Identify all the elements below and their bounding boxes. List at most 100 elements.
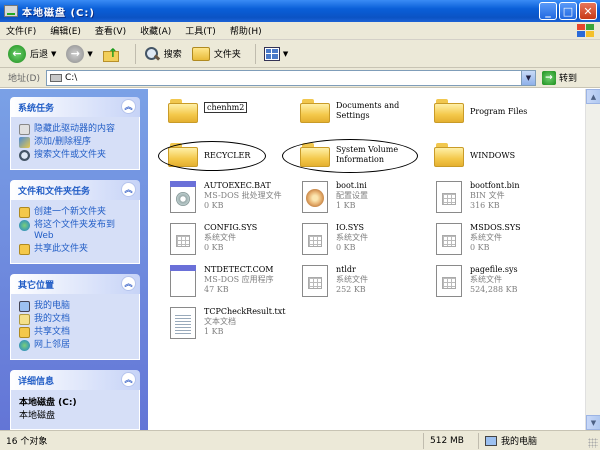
file-size: 1 KB [336,201,356,210]
scroll-down-icon[interactable]: ▼ [586,415,600,430]
search-button[interactable]: 搜索 [142,42,184,66]
object-count: 16 个对象 [6,437,48,447]
menu-bar: 文件(F) 编辑(E) 查看(V) 收藏(A) 工具(T) 帮助(H) [0,22,600,40]
folder-icon [434,99,464,123]
vertical-scrollbar[interactable]: ▲ ▼ [585,89,600,430]
task-pane: 系统任务 ︽ 隐藏此驱动器的内容 添加/删除程序 搜索文件或文件夹 文件和文件夹… [0,89,148,430]
file-item[interactable]: pagefile.sys 系统文件 524,288 KB [434,265,518,299]
up-button[interactable]: ↑ [101,42,123,66]
folder-item[interactable]: Program Files [434,93,527,123]
file-name: ntldr [336,265,356,274]
title-bar[interactable]: 本地磁盘 (C:) _ □ ✕ [0,0,600,22]
menu-edit[interactable]: 编辑(E) [50,24,81,37]
back-dropdown-icon[interactable]: ▼ [51,50,56,58]
forward-button[interactable]: → ▼ [64,42,94,66]
system-tasks-panel: 系统任务 ︽ 隐藏此驱动器的内容 添加/删除程序 搜索文件或文件夹 [10,97,140,170]
status-bar: 16 个对象 512 MB 我的电脑 [0,430,600,450]
task-label: 隐藏此驱动器的内容 [34,124,116,134]
place-shared-documents[interactable]: 共享文档 [19,327,133,338]
place-network[interactable]: 网上邻居 [19,340,133,351]
place-label: 我的电脑 [34,301,71,311]
forward-arrow-icon: → [66,44,85,63]
resize-grip-icon[interactable] [588,438,598,448]
other-places-title: 其它位置 [18,280,55,291]
folder-item[interactable]: chenhm2 [168,93,248,123]
file-item[interactable]: IO.SYS 系统文件 0 KB [300,223,368,257]
file-name: pagefile.sys [470,265,518,274]
new-folder-icon [19,207,30,218]
file-item[interactable]: bootfont.bin BIN 文件 316 KB [434,181,520,215]
forward-dropdown-icon[interactable]: ▼ [87,50,92,58]
file-type: 文本文档 [204,317,236,326]
menu-tools[interactable]: 工具(T) [185,24,216,37]
collapse-chevron-icon[interactable]: ︽ [121,99,136,114]
go-arrow-icon: → [541,70,556,85]
file-item[interactable]: ntldr 系统文件 252 KB [300,265,368,299]
system-file-icon [434,223,464,257]
folder-icon [168,99,198,123]
details-panel: 详细信息 ︽ 本地磁盘 (C:) 本地磁盘 [10,370,140,430]
back-label: 后退 [30,50,49,60]
views-dropdown-icon[interactable]: ▼ [283,50,288,58]
file-item[interactable]: boot.ini 配置设置 1 KB [300,181,368,215]
details-title: 详细信息 [18,376,55,387]
system-file-icon [434,265,464,299]
config-file-icon [300,181,330,215]
file-item[interactable]: NTDETECT.COM MS-DOS 应用程序 47 KB [168,265,274,299]
file-item[interactable]: MSDOS.SYS 系统文件 0 KB [434,223,521,257]
place-label: 网上邻居 [34,340,71,350]
folders-icon [191,46,210,61]
system-file-icon [168,223,198,257]
views-button[interactable]: ▼ [262,42,290,66]
folder-item[interactable]: Documents and Settings [300,93,406,123]
go-button[interactable]: → 转到 [541,70,577,85]
task-add-remove-programs[interactable]: 添加/删除程序 [19,137,133,148]
task-publish-web[interactable]: 将这个文件夹发布到 Web [19,220,133,242]
menu-help[interactable]: 帮助(H) [230,24,262,37]
collapse-chevron-icon[interactable]: ︽ [121,276,136,291]
status-location: 我的电脑 [478,432,537,449]
folders-button[interactable]: 文件夹 [190,42,243,66]
file-item[interactable]: CONFIG.SYS 系统文件 0 KB [168,223,257,257]
folder-item[interactable]: WINDOWS [434,137,515,167]
task-new-folder[interactable]: 创建一个新文件夹 [19,207,133,218]
computer-icon [485,435,497,446]
collapse-chevron-icon[interactable]: ︽ [121,372,136,387]
file-type: 系统文件 [336,275,368,284]
address-input[interactable]: C:\ ▼ [45,69,536,86]
file-size: 0 KB [470,243,490,252]
menu-file[interactable]: 文件(F) [6,24,36,37]
file-tasks-header[interactable]: 文件和文件夹任务 ︽ [10,180,140,200]
address-dropdown-icon[interactable]: ▼ [520,70,535,85]
task-label: 添加/删除程序 [34,137,92,147]
file-size: 0 KB [204,243,224,252]
network-icon [19,340,30,351]
menu-favorites[interactable]: 收藏(A) [140,24,171,37]
back-button[interactable]: ← 后退 ▼ [6,42,58,66]
place-my-documents[interactable]: 我的文档 [19,314,133,325]
file-type: MS-DOS 应用程序 [204,275,274,284]
scroll-up-icon[interactable]: ▲ [586,89,600,104]
menu-view[interactable]: 查看(V) [95,24,126,37]
search-icon [144,46,160,62]
annotation-ellipse [282,139,418,173]
file-type: 系统文件 [470,275,502,284]
task-search-files[interactable]: 搜索文件或文件夹 [19,150,133,161]
system-tasks-title: 系统任务 [18,103,55,114]
details-header[interactable]: 详细信息 ︽ [10,370,140,390]
other-places-header[interactable]: 其它位置 ︽ [10,274,140,294]
system-tasks-header[interactable]: 系统任务 ︽ [10,97,140,117]
folder-icon [434,143,464,167]
close-button[interactable]: ✕ [579,2,597,20]
collapse-chevron-icon[interactable]: ︽ [121,182,136,197]
file-item[interactable]: TCPCheckResult.txt 文本文档 1 KB [168,307,285,341]
place-my-computer[interactable]: 我的电脑 [19,301,133,312]
maximize-button[interactable]: □ [559,2,577,20]
folder-name: chenhm2 [204,102,248,113]
folder-name: WINDOWS [470,151,516,160]
file-item[interactable]: AUTOEXEC.BAT MS-DOS 批处理文件 0 KB [168,181,282,215]
minimize-button[interactable]: _ [539,2,557,20]
windows-logo-icon [574,23,596,39]
task-hide-drive-contents[interactable]: 隐藏此驱动器的内容 [19,124,133,135]
task-share-folder[interactable]: 共享此文件夹 [19,244,133,255]
